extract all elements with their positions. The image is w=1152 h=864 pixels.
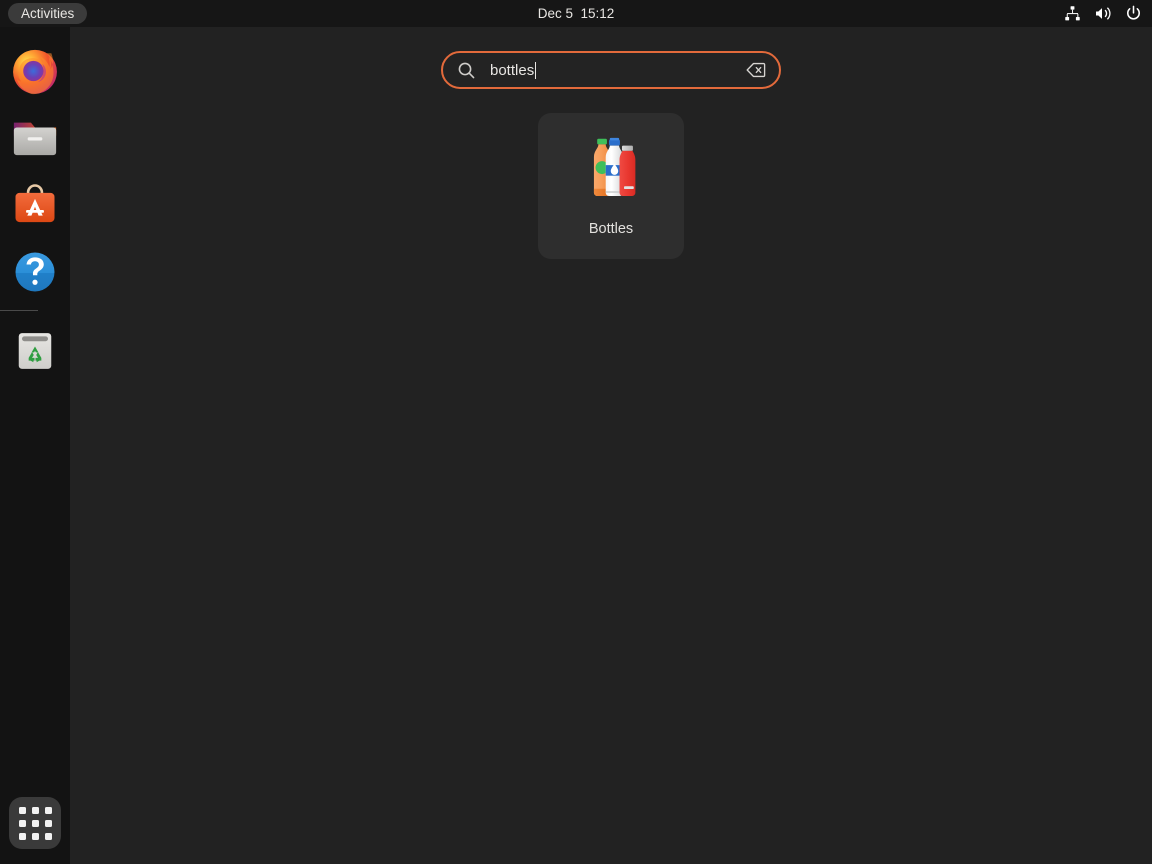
edit-clear-icon — [746, 62, 766, 78]
grid-dot — [44, 832, 52, 840]
grid-dot — [18, 832, 26, 840]
search-entry[interactable]: bottles — [441, 51, 781, 89]
ubuntu-software-icon — [15, 183, 55, 222]
grid-dot — [44, 806, 52, 814]
clock-button[interactable]: Dec 5 15:12 — [0, 0, 1152, 27]
show-applications-button[interactable] — [9, 797, 61, 849]
volume-icon[interactable] — [1094, 5, 1112, 22]
search-result-label: Bottles — [588, 222, 634, 237]
dash-item-files[interactable] — [0, 104, 70, 171]
firefox-icon — [13, 49, 57, 94]
show-applications-wrap — [0, 782, 70, 864]
grid-dot — [31, 806, 39, 814]
search-input-value: bottles — [490, 61, 535, 79]
grid-dot — [44, 819, 52, 827]
search-icon — [458, 62, 475, 78]
grid-dot — [31, 819, 39, 827]
app-results-grid: Bottles — [70, 105, 1152, 795]
bottles-icon — [593, 137, 636, 196]
system-status-area[interactable] — [1064, 0, 1142, 27]
trash-icon — [18, 332, 52, 369]
grid-dot — [18, 806, 26, 814]
clock-label: Dec 5 15:12 — [537, 6, 615, 21]
grid-dot — [31, 832, 39, 840]
top-bar: Activities Dec 5 15:12 — [0, 0, 1152, 27]
dash-separator — [0, 310, 38, 311]
text-cursor — [535, 61, 537, 79]
search-results-area: Bottles — [70, 105, 1152, 795]
clear-search-button[interactable] — [745, 59, 767, 81]
dash-item-trash[interactable] — [0, 317, 70, 384]
search-input[interactable]: bottles — [490, 61, 745, 79]
dash-app-list — [0, 27, 70, 384]
dash-item-ubuntu-software[interactable] — [0, 171, 70, 238]
grid-dot — [18, 819, 26, 827]
gnome-overview: Activities Dec 5 15:12 bottles Bottles — [0, 0, 1152, 864]
search-result-bottles[interactable]: Bottles — [538, 113, 684, 259]
dash-item-help[interactable] — [0, 238, 70, 305]
power-icon[interactable] — [1125, 5, 1142, 22]
network-wired-icon[interactable] — [1064, 5, 1081, 22]
help-icon — [15, 252, 55, 291]
dash-item-firefox[interactable] — [0, 37, 70, 104]
files-icon — [13, 122, 57, 155]
dash — [0, 27, 70, 864]
